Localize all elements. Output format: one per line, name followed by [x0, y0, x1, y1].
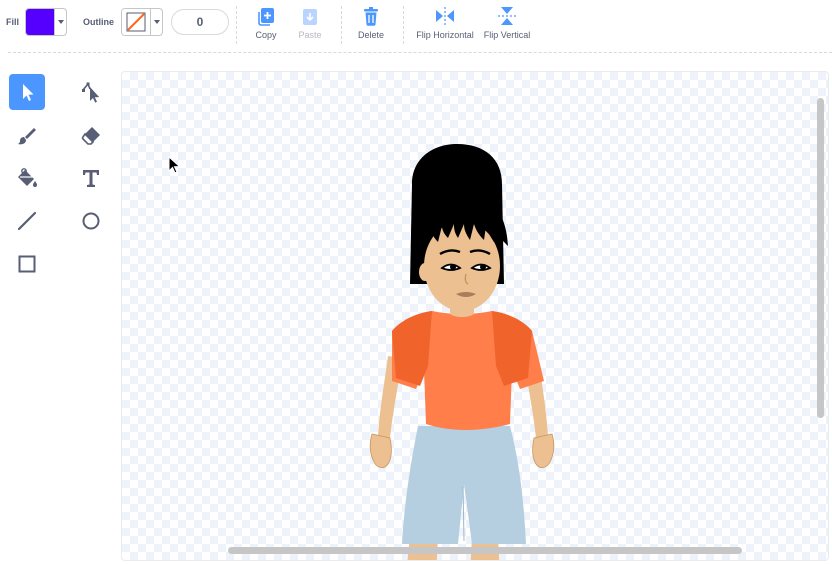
toolbar-divider [236, 6, 237, 44]
paint-canvas[interactable] [121, 71, 829, 561]
reshape-tool[interactable] [73, 74, 109, 110]
copy-button[interactable]: Copy [250, 5, 282, 40]
flip-horizontal-label: Flip Horizontal [416, 30, 474, 40]
flip-horizontal-button[interactable]: Flip Horizontal [414, 5, 476, 40]
circle-icon [82, 212, 100, 230]
chevron-down-icon [153, 20, 160, 24]
trash-icon [364, 7, 378, 26]
delete-button[interactable]: Delete [355, 5, 387, 40]
horizontal-scrollbar[interactable] [228, 547, 742, 554]
no-color-icon [126, 12, 146, 32]
flip-vertical-icon [498, 7, 516, 25]
mouse-cursor-icon [168, 156, 181, 174]
paste-label: Paste [298, 30, 322, 40]
brush-icon [18, 128, 36, 145]
flip-horizontal-icon [436, 7, 454, 25]
toolbar-divider [403, 6, 404, 44]
rectangle-icon [18, 255, 36, 273]
outline-color-picker[interactable] [121, 8, 163, 36]
reshape-icon [82, 82, 100, 103]
line-tool[interactable] [9, 203, 45, 239]
outline-dropdown-caret[interactable] [150, 9, 162, 35]
paint-bucket-icon [18, 168, 37, 187]
eraser-tool[interactable] [73, 117, 109, 153]
paste-icon [303, 9, 317, 25]
fill-color-picker[interactable] [25, 8, 67, 36]
select-arrow-icon [23, 84, 34, 101]
flip-vertical-button[interactable]: Flip Vertical [482, 5, 532, 40]
fill-color-swatch[interactable] [26, 9, 54, 35]
copy-icon [258, 8, 274, 26]
flip-vertical-label: Flip Vertical [483, 30, 531, 40]
fill-label: Fill [6, 17, 19, 27]
toolbar-separator [8, 52, 832, 53]
circle-tool[interactable] [73, 203, 109, 239]
fill-dropdown-caret[interactable] [54, 9, 66, 35]
paint-editor-toolbar: Fill Outline Copy Paste [0, 0, 832, 52]
delete-label: Delete [357, 30, 384, 40]
paste-button[interactable]: Paste [294, 5, 326, 40]
rectangle-tool[interactable] [9, 246, 45, 282]
chevron-down-icon [57, 20, 64, 24]
vertical-scrollbar[interactable] [817, 98, 824, 418]
select-tool[interactable] [9, 74, 45, 110]
copy-label: Copy [255, 30, 277, 40]
toolbar-divider [341, 6, 342, 44]
outline-color-swatch[interactable] [122, 9, 150, 35]
brush-tool[interactable] [9, 117, 45, 153]
outline-width-input[interactable] [171, 9, 229, 35]
text-icon [83, 170, 99, 187]
fill-tool[interactable] [9, 160, 45, 196]
outline-label: Outline [83, 17, 114, 27]
costume-girl-sprite[interactable] [362, 136, 602, 561]
line-icon [17, 211, 37, 231]
text-tool[interactable] [73, 160, 109, 196]
eraser-icon [81, 127, 100, 145]
